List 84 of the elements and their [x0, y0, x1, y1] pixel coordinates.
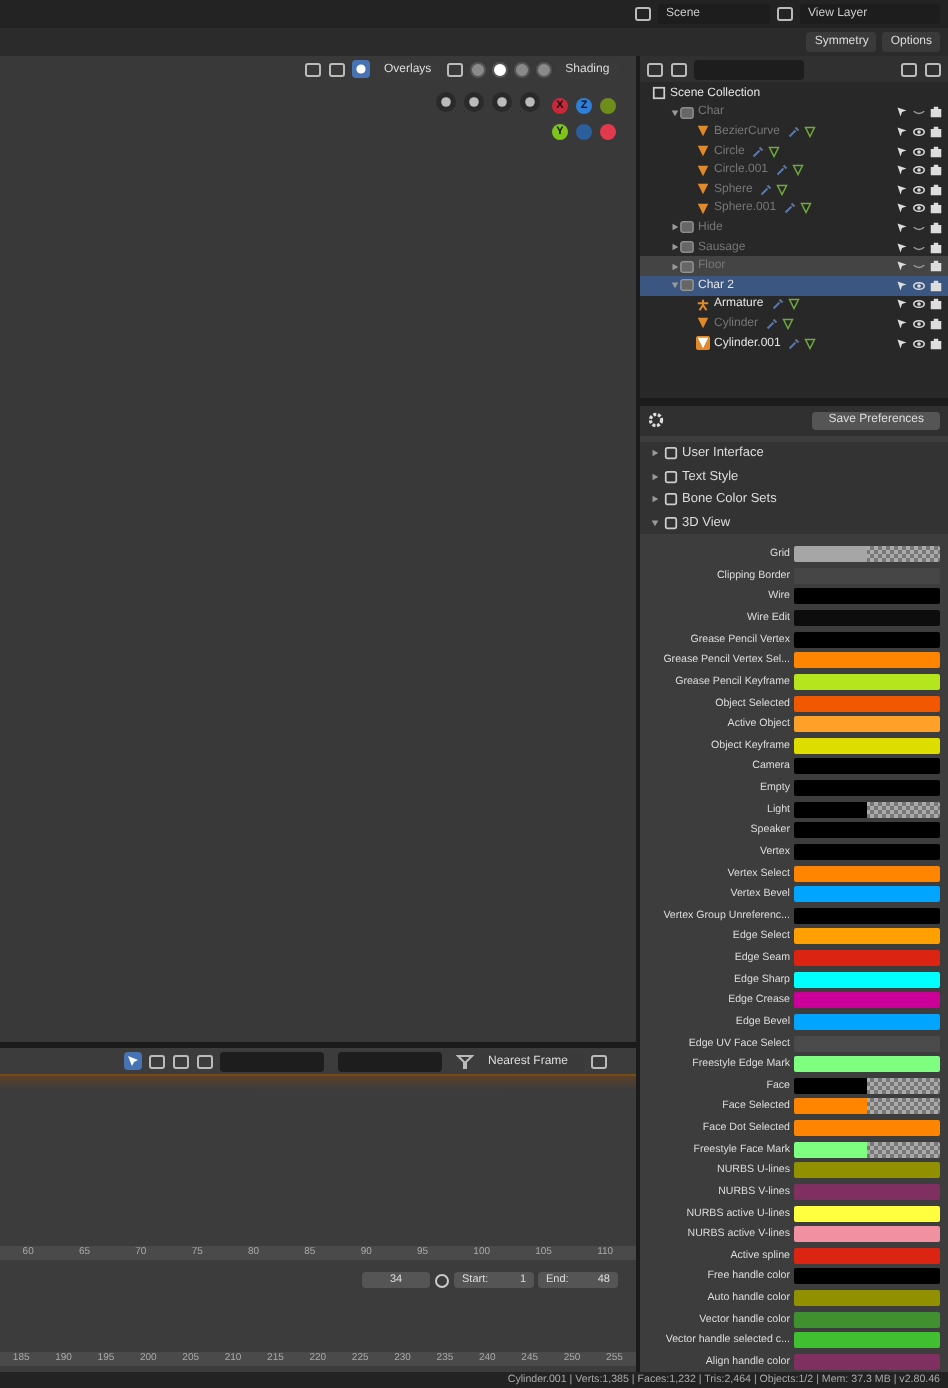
collapse-arrow-icon[interactable]	[669, 242, 679, 253]
wrench-icon	[766, 317, 779, 330]
color-swatch[interactable]	[794, 588, 940, 605]
color-swatch[interactable]	[794, 1332, 940, 1349]
search-field[interactable]	[338, 1051, 442, 1071]
stopwatch-icon[interactable]	[434, 1272, 450, 1288]
color-swatch[interactable]	[794, 886, 940, 903]
color-swatch[interactable]	[794, 822, 940, 839]
color-swatch[interactable]	[794, 758, 940, 775]
wrench-icon	[771, 298, 784, 311]
collapse-arrow-icon[interactable]	[649, 494, 659, 505]
color-swatch[interactable]	[794, 1353, 940, 1370]
eye-icon[interactable]	[912, 317, 926, 330]
color-swatch[interactable]	[794, 716, 940, 733]
collapse-arrow-icon[interactable]	[649, 471, 659, 482]
wrench-icon	[788, 337, 801, 350]
eye-icon[interactable]	[912, 202, 926, 215]
color-swatch[interactable]	[794, 546, 940, 563]
color-swatch[interactable]	[794, 695, 940, 712]
mesh-icon	[696, 336, 710, 351]
color-swatch[interactable]	[794, 1098, 940, 1115]
wrench-icon	[788, 125, 801, 138]
eye-closed-icon[interactable]	[912, 221, 926, 234]
wrench-icon	[760, 183, 773, 196]
color-swatch[interactable]	[794, 1226, 940, 1243]
color-swatch[interactable]	[794, 1183, 940, 1200]
mesh-icon	[696, 316, 710, 331]
wrench-icon	[784, 202, 797, 215]
color-swatch[interactable]	[794, 1205, 940, 1222]
color-swatch[interactable]	[794, 610, 940, 627]
color-swatch[interactable]	[794, 673, 940, 690]
shading-mode-toggle[interactable]	[469, 61, 486, 77]
color-swatch[interactable]	[794, 652, 940, 669]
color-swatch[interactable]	[794, 1311, 940, 1328]
eye-icon[interactable]	[912, 298, 926, 311]
collapse-arrow-icon[interactable]	[669, 222, 679, 233]
wrench-icon	[752, 145, 765, 158]
color-swatch[interactable]	[794, 1077, 940, 1094]
color-swatch[interactable]	[794, 992, 940, 1009]
eye-closed-icon[interactable]	[912, 260, 926, 273]
shading-mode-toggle[interactable]	[535, 61, 552, 77]
color-swatch[interactable]	[794, 780, 940, 797]
color-swatch[interactable]	[794, 1268, 940, 1285]
action-field[interactable]	[220, 1051, 324, 1071]
color-swatch[interactable]	[794, 631, 940, 648]
color-swatch[interactable]	[794, 1120, 940, 1137]
eye-icon[interactable]	[912, 145, 926, 158]
shading-mode-toggle[interactable]	[513, 61, 530, 77]
cursor-toggle-icon[interactable]	[124, 1052, 142, 1070]
eye-icon[interactable]	[912, 164, 926, 177]
color-swatch[interactable]	[794, 971, 940, 988]
color-swatch[interactable]	[794, 1162, 940, 1179]
eye-icon[interactable]	[912, 279, 926, 292]
color-swatch[interactable]	[794, 737, 940, 754]
color-swatch[interactable]	[794, 1290, 940, 1307]
eye-closed-icon[interactable]	[912, 106, 926, 119]
shading-mode-toggle[interactable]	[491, 61, 508, 77]
color-swatch[interactable]	[794, 1056, 940, 1073]
eye-icon[interactable]	[912, 183, 926, 196]
color-swatch[interactable]	[794, 928, 940, 945]
color-swatch[interactable]	[794, 907, 940, 924]
expand-arrow-icon[interactable]	[649, 517, 659, 528]
color-swatch[interactable]	[794, 801, 940, 818]
mesh-data-icon	[804, 125, 817, 138]
expand-arrow-icon[interactable]	[669, 107, 679, 118]
armature-icon	[696, 297, 710, 312]
gear-icon[interactable]	[648, 412, 664, 429]
eye-closed-icon[interactable]	[912, 241, 926, 254]
collapse-arrow-icon[interactable]	[649, 448, 659, 459]
collapse-arrow-icon[interactable]	[669, 261, 679, 272]
wrench-icon	[776, 164, 789, 177]
eye-icon[interactable]	[912, 125, 926, 138]
overlays-toggle-icon[interactable]	[352, 60, 370, 78]
expand-arrow-icon[interactable]	[669, 280, 679, 291]
color-swatch[interactable]	[794, 950, 940, 967]
eye-icon[interactable]	[912, 337, 926, 350]
axis-dot[interactable]	[600, 124, 616, 140]
color-swatch[interactable]	[794, 843, 940, 860]
color-swatch[interactable]	[794, 865, 940, 882]
axis-dot[interactable]	[600, 98, 616, 114]
axis-dot[interactable]	[576, 124, 592, 140]
color-swatch[interactable]	[794, 1141, 940, 1158]
color-swatch[interactable]	[794, 1013, 940, 1030]
color-swatch[interactable]	[794, 1247, 940, 1264]
